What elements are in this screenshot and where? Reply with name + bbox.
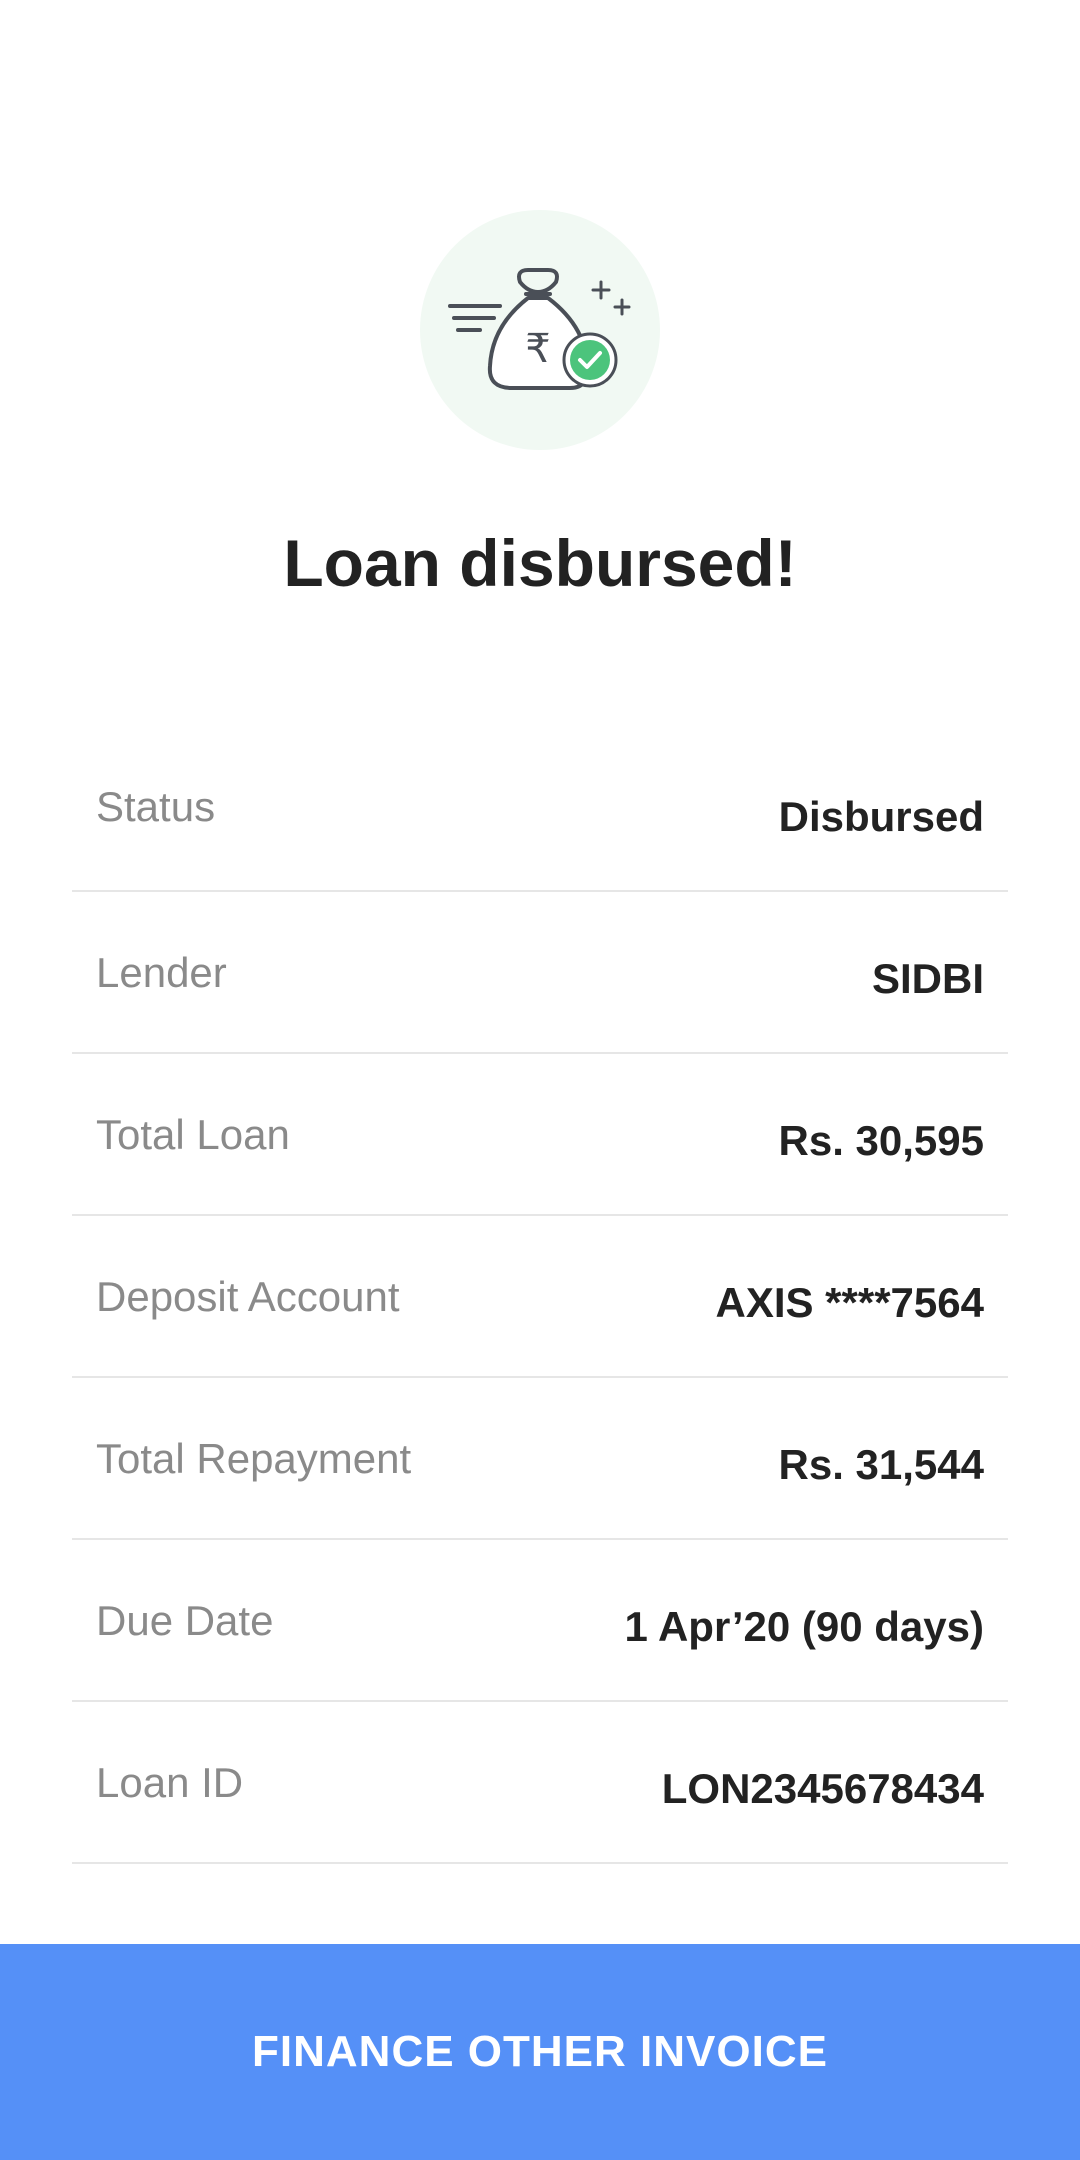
detail-row-deposit-account: Deposit Account AXIS ****7564 bbox=[72, 1216, 1008, 1378]
loan-disbursed-screen: ₹ Loan disbursed! Status Disbursed Lende… bbox=[0, 0, 1080, 2160]
detail-value: Rs. 30,595 bbox=[778, 1117, 985, 1164]
detail-row-total-repayment: Total Repayment Rs. 31,544 bbox=[72, 1378, 1008, 1540]
detail-label: Status bbox=[96, 783, 216, 830]
detail-label: Total Loan bbox=[96, 1111, 290, 1158]
detail-value: LON2345678434 bbox=[661, 1765, 984, 1812]
detail-row-status: Status Disbursed bbox=[72, 730, 1008, 892]
loan-details-list: Status Disbursed Lender SIDBI Total Loan… bbox=[72, 730, 1008, 1864]
detail-value: 1 Apr’20 (90 days) bbox=[624, 1603, 984, 1650]
detail-row-loan-id: Loan ID LON2345678434 bbox=[72, 1702, 1008, 1864]
money-bag-with-check-icon: ₹ bbox=[420, 210, 660, 450]
detail-value: Disbursed bbox=[778, 793, 984, 840]
svg-text:₹: ₹ bbox=[525, 326, 550, 372]
detail-row-total-loan: Total Loan Rs. 30,595 bbox=[72, 1054, 1008, 1216]
detail-row-lender: Lender SIDBI bbox=[72, 892, 1008, 1054]
detail-label: Deposit Account bbox=[96, 1273, 400, 1320]
detail-label: Due Date bbox=[96, 1597, 274, 1644]
detail-value: Rs. 31,544 bbox=[778, 1441, 985, 1488]
detail-row-due-date: Due Date 1 Apr’20 (90 days) bbox=[72, 1540, 1008, 1702]
detail-label: Total Repayment bbox=[96, 1435, 412, 1482]
detail-value: AXIS ****7564 bbox=[715, 1279, 984, 1326]
page-title: Loan disbursed! bbox=[283, 526, 797, 600]
detail-label: Lender bbox=[96, 949, 227, 996]
detail-label: Loan ID bbox=[96, 1759, 244, 1806]
finance-other-invoice-button[interactable]: FINANCE OTHER INVOICE bbox=[0, 1944, 1080, 2160]
detail-value: SIDBI bbox=[871, 955, 984, 1002]
